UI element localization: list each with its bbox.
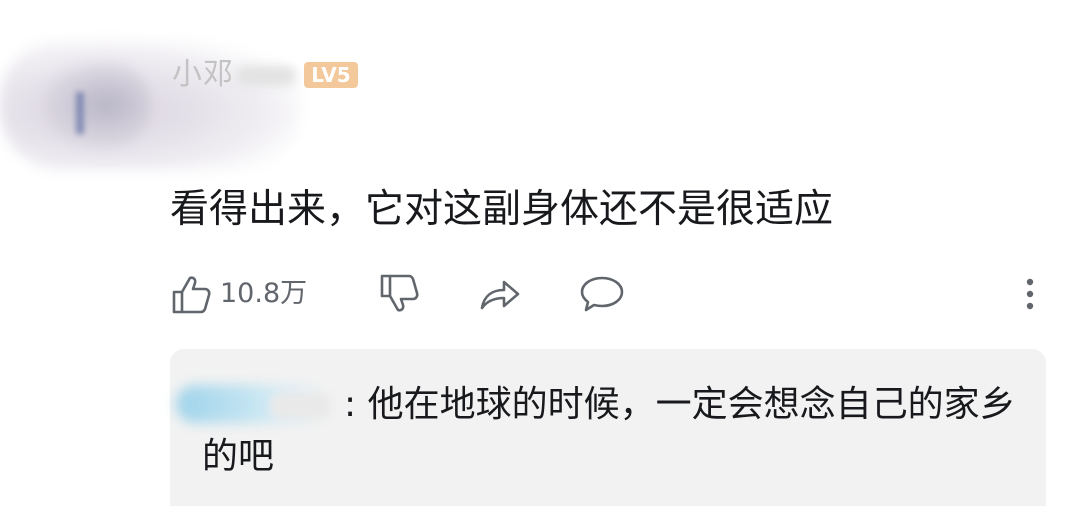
share-icon [480,280,520,310]
comment-thread: 小邓 LV5 看得出来，它对这副身体还不是很适应 10.8万: 他在地球的时候… [0,0,1080,506]
comment-actions: 10.8万 [170,270,1050,318]
reply-text: : 他在地球的时候，一定会想念自己的家乡的吧 [202,379,1022,483]
reply-preview[interactable]: : 他在地球的时候，一定会想念自己的家乡的吧 [170,349,1046,506]
more-options-button[interactable] [1018,270,1042,318]
thumbs-up-icon [172,276,211,314]
comment-text: 看得出来，它对这副身体还不是很适应 [170,187,834,232]
like-count: 10.8万 [220,278,308,309]
comment-username[interactable]: 小邓 [172,55,234,95]
dislike-button[interactable] [378,270,422,318]
like-button[interactable]: 10.8万 [170,270,307,318]
avatar[interactable] [40,60,150,150]
avatar-detail [76,92,84,134]
level-badge: LV5 [304,62,358,88]
thumbs-down-icon [380,274,419,312]
reply-content: 他在地球的时候，一定会想念自己的家乡的吧 [202,384,1016,477]
share-button[interactable] [476,270,524,318]
more-vertical-icon [1026,278,1034,310]
reply-separator: : [344,384,357,425]
comment-bubble-icon [580,276,624,312]
reply-button[interactable] [578,270,626,318]
username-blur [236,66,296,86]
